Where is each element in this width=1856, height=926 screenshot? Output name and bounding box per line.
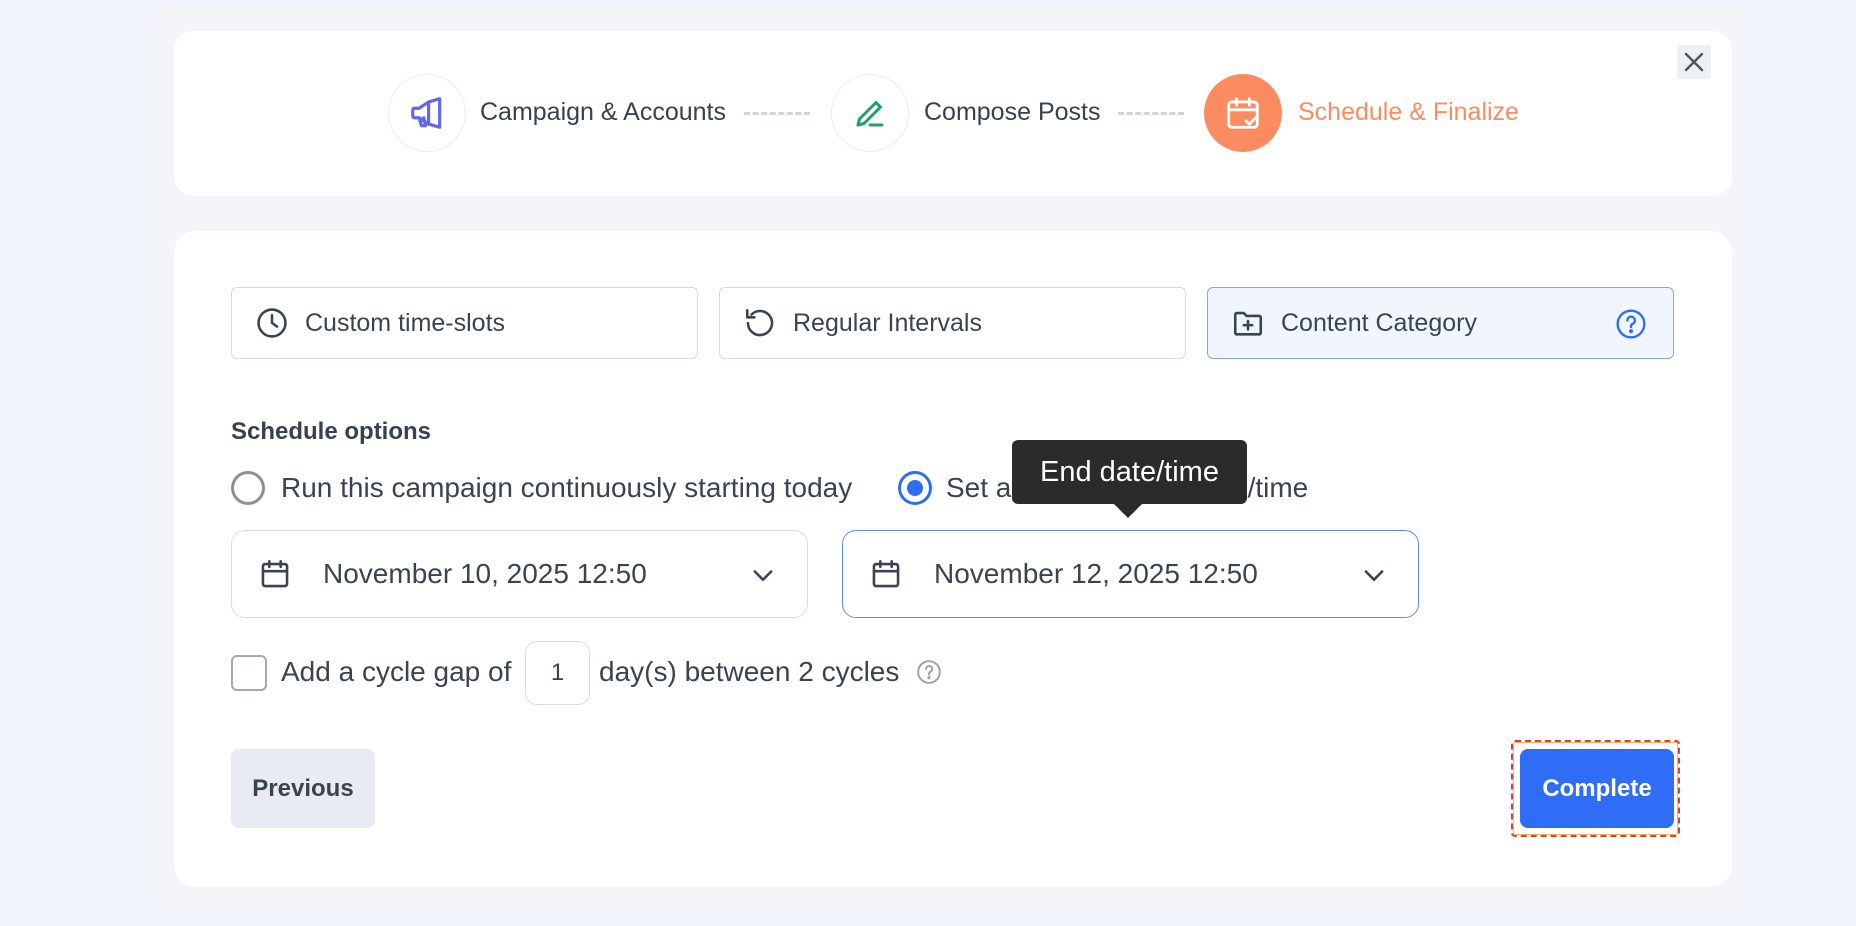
folder-plus-icon <box>1230 305 1266 341</box>
step-connector <box>1118 112 1184 115</box>
tab-regular-intervals[interactable]: Regular Intervals <box>719 287 1186 359</box>
calendar-icon <box>869 557 903 591</box>
end-date-tooltip: End date/time <box>1012 440 1247 518</box>
close-icon <box>1683 51 1705 73</box>
help-icon[interactable] <box>916 659 942 685</box>
tab-label: Content Category <box>1281 308 1477 337</box>
cycle-gap-prefix: Add a cycle gap of <box>281 656 512 687</box>
refresh-icon <box>742 305 778 341</box>
radio-set-end-datetime[interactable] <box>898 471 932 505</box>
start-date-value: November 10, 2025 12:50 <box>323 558 647 589</box>
step-label-campaign-accounts: Campaign & Accounts <box>480 98 726 126</box>
help-icon[interactable] <box>1615 308 1647 340</box>
chevron-down-icon <box>1360 561 1388 589</box>
step-label-compose-posts: Compose Posts <box>924 98 1101 126</box>
tab-label: Regular Intervals <box>793 308 982 337</box>
cycle-gap-days-input[interactable] <box>525 641 590 705</box>
section-title-schedule-options: Schedule options <box>231 418 432 445</box>
start-date-picker[interactable]: November 10, 2025 12:50 <box>231 530 808 618</box>
tab-label: Custom time-slots <box>305 308 506 337</box>
radio-run-continuously[interactable] <box>231 471 265 505</box>
clock-icon <box>254 305 290 341</box>
calendar-icon <box>258 557 292 591</box>
tab-custom-time-slots[interactable]: Custom time-slots <box>231 287 698 359</box>
step-connector <box>744 112 810 115</box>
calendar-check-icon <box>1224 94 1262 132</box>
complete-button[interactable]: Complete <box>1520 749 1674 828</box>
cycle-gap-suffix: day(s) between 2 cycles <box>599 656 900 687</box>
close-button[interactable] <box>1677 45 1711 79</box>
end-date-picker[interactable]: November 12, 2025 12:50 <box>842 530 1419 618</box>
chevron-down-icon <box>749 561 777 589</box>
previous-button[interactable]: Previous <box>231 749 375 828</box>
megaphone-icon <box>408 94 446 132</box>
radio-label-run-continuously: Run this campaign continuously starting … <box>281 472 853 503</box>
pencil-icon <box>852 95 888 131</box>
radio-label-set-end-prefix: Set a <box>946 472 1012 503</box>
cycle-gap-checkbox[interactable] <box>231 655 267 691</box>
step-label-schedule-finalize: Schedule & Finalize <box>1298 98 1519 126</box>
step-campaign-accounts[interactable] <box>388 74 466 152</box>
tab-content-category[interactable]: Content Category <box>1207 287 1674 359</box>
step-schedule-finalize[interactable] <box>1204 74 1282 152</box>
end-date-value: November 12, 2025 12:50 <box>934 558 1258 589</box>
step-compose-posts[interactable] <box>831 74 909 152</box>
